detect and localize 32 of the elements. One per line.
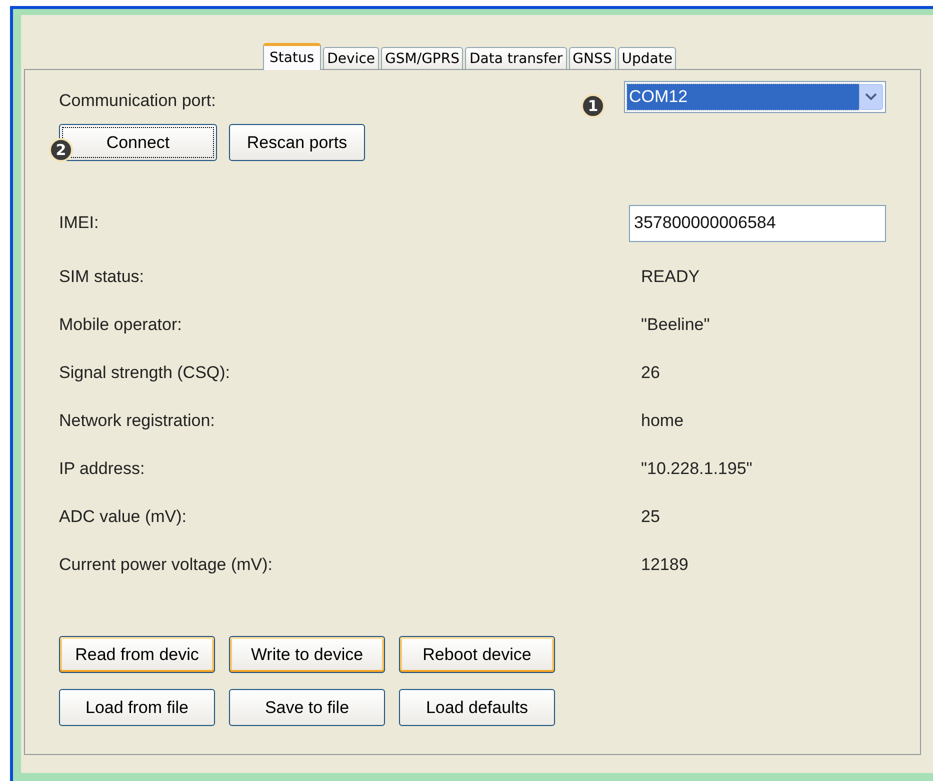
- action-button[interactable]: Reboot device: [399, 636, 555, 673]
- step-marker: 1: [581, 94, 605, 118]
- field-label: IP address:: [59, 459, 146, 479]
- tab[interactable]: GNSS: [568, 47, 616, 69]
- field-value: 25: [641, 507, 660, 527]
- tab[interactable]: GSM/GPRS: [381, 47, 464, 69]
- field-value: home: [641, 411, 684, 431]
- field-label: SIM status:: [59, 267, 146, 287]
- tab[interactable]: Data transfer: [465, 47, 567, 69]
- rescan-button[interactable]: Rescan ports: [229, 124, 365, 161]
- action-button[interactable]: Read from devic: [59, 636, 215, 673]
- field-value: 12189: [641, 555, 688, 575]
- tab[interactable]: Status: [262, 43, 322, 70]
- tab[interactable]: Device: [323, 47, 380, 69]
- imei-field[interactable]: 357800000006584: [629, 204, 886, 242]
- action-button[interactable]: Load from file: [59, 689, 215, 726]
- field-label: ADC value (mV):: [59, 507, 188, 527]
- action-button[interactable]: Save to file: [229, 689, 385, 726]
- field-value: 26: [641, 363, 660, 383]
- field-value: "10.228.1.195": [641, 459, 752, 479]
- action-button[interactable]: Load defaults: [399, 689, 555, 726]
- field-label: Signal strength (CSQ):: [59, 363, 232, 383]
- field-label: Communication port:: [59, 91, 216, 111]
- field-label: Network registration:: [59, 411, 216, 431]
- field-value: "Beeline": [641, 315, 710, 335]
- field-label: Current power voltage (mV):: [59, 555, 274, 575]
- field-label: Mobile operator:: [59, 315, 183, 335]
- step-marker: 2: [49, 138, 73, 162]
- field-label: IMEI:: [59, 213, 99, 233]
- action-button[interactable]: Write to device: [229, 636, 385, 673]
- field-value: READY: [641, 267, 700, 287]
- tab[interactable]: Update: [618, 47, 676, 69]
